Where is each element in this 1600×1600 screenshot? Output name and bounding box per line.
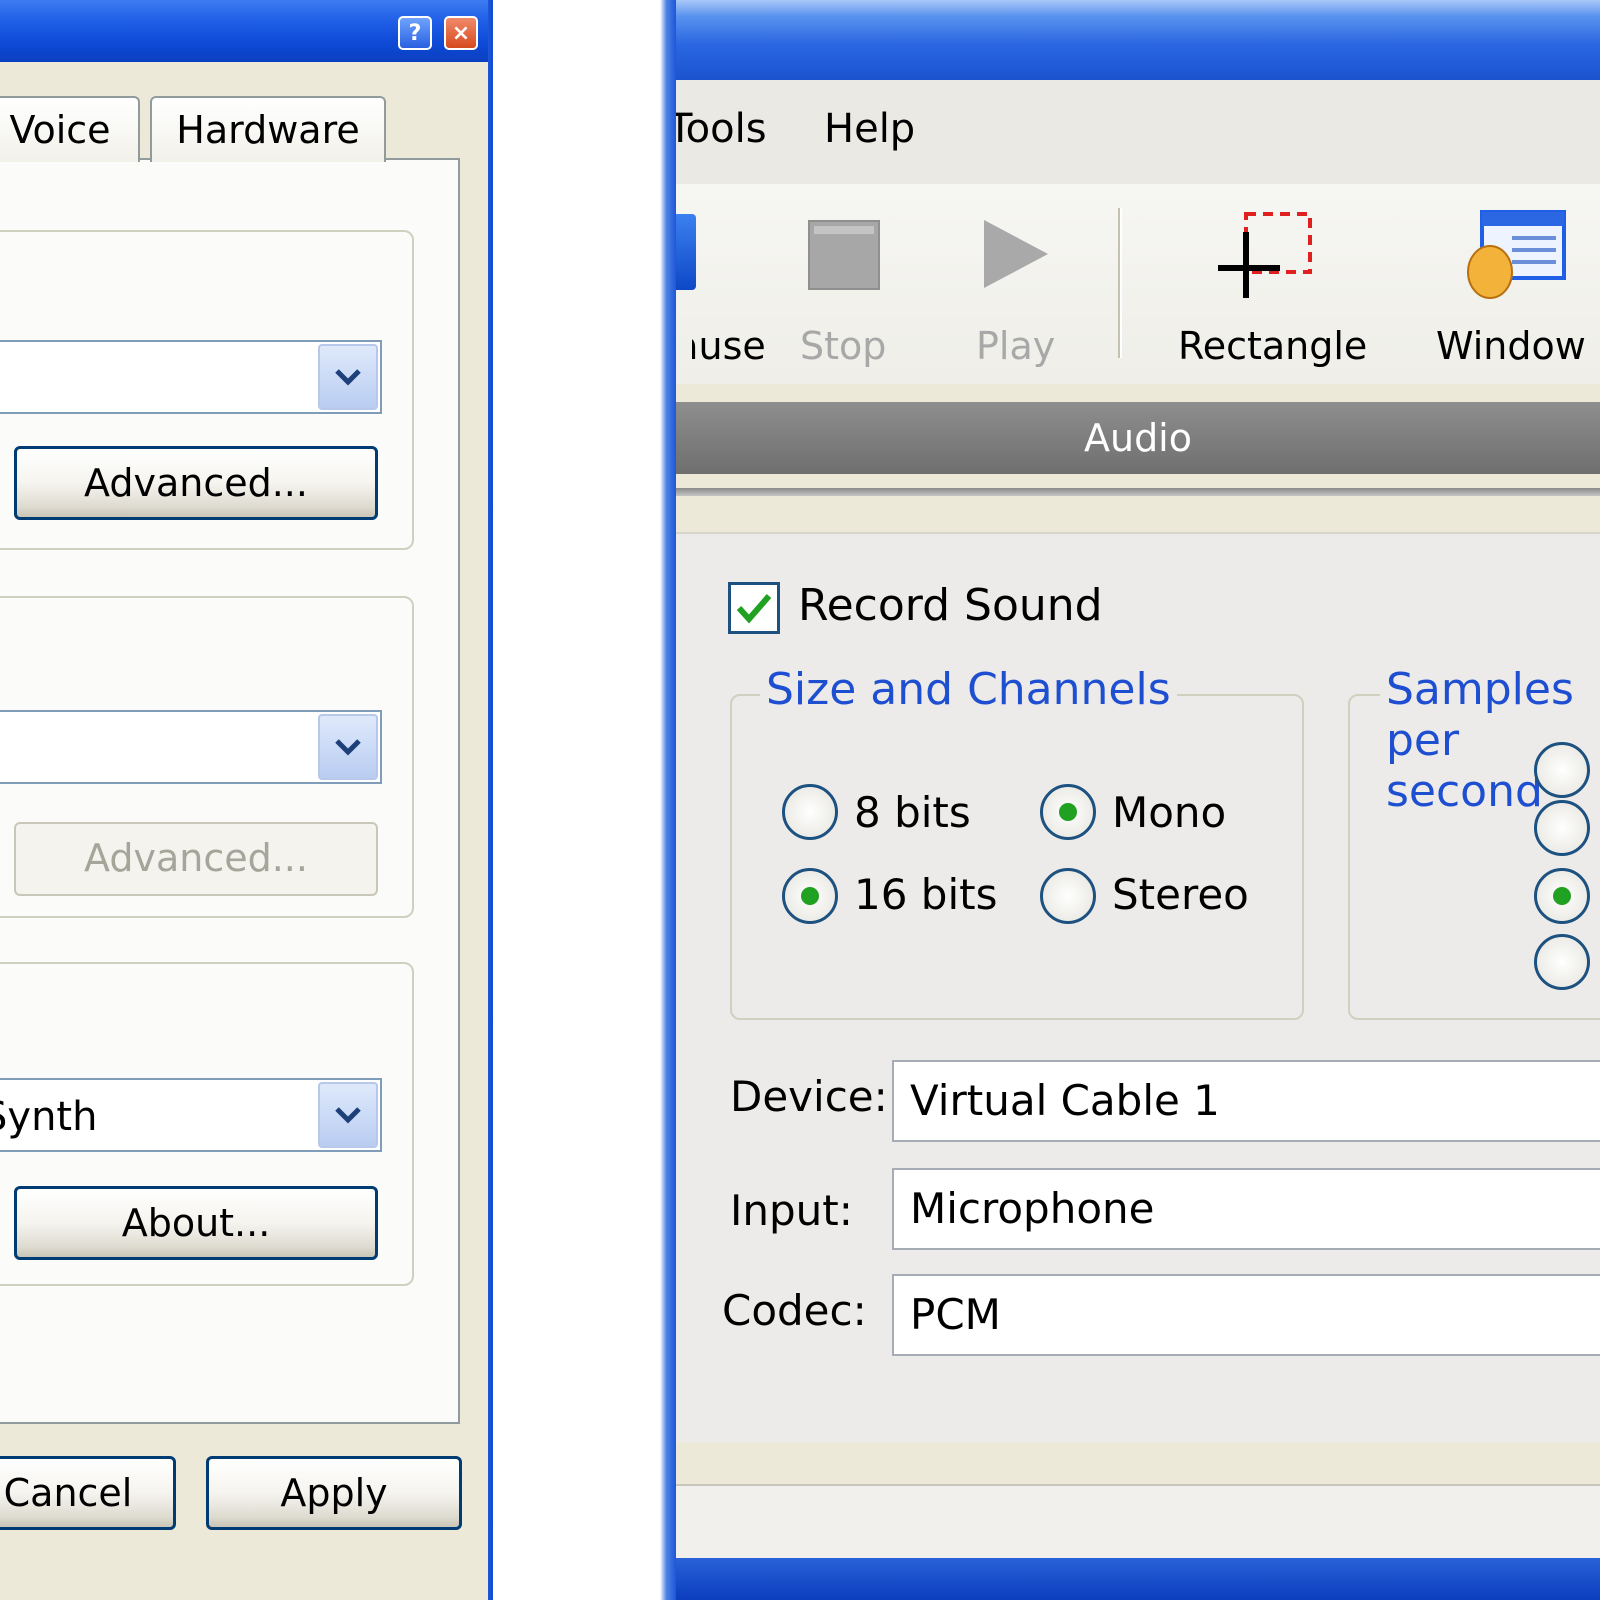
audio-section-header: Audio [676, 402, 1600, 474]
device-label: Device: [730, 1072, 888, 1121]
advanced-button-1[interactable]: Advanced... [14, 446, 378, 520]
tab-voice-label: Voice [9, 108, 111, 152]
radio-samples-1[interactable] [1534, 742, 1590, 798]
tab-hardware-label: Hardware [176, 108, 360, 152]
combo-box-3-value: Synth [0, 1094, 98, 1140]
stop-icon[interactable] [808, 220, 880, 290]
device-field[interactable]: Virtual Cable 1 [892, 1060, 1600, 1142]
tab-hardware[interactable]: Hardware [150, 96, 386, 162]
window-button-label[interactable]: Window [1436, 324, 1586, 368]
size-and-channels-legend: Size and Channels [760, 664, 1177, 715]
radio-samples-4[interactable] [1534, 934, 1590, 990]
window-title-bar[interactable] [660, 0, 1600, 80]
record-sound-label[interactable]: Record Sound [798, 580, 1103, 631]
checkmark-icon [736, 594, 772, 624]
radio-samples-3[interactable] [1534, 868, 1590, 924]
radio-mono-label[interactable]: Mono [1112, 788, 1226, 837]
tab-voice[interactable]: Voice [0, 96, 140, 162]
radio-8-bits[interactable] [782, 784, 838, 840]
window-border [660, 1558, 1600, 1600]
radio-stereo[interactable] [1040, 868, 1096, 924]
radio-selected-dot [1553, 887, 1571, 905]
chevron-down-icon[interactable] [318, 714, 378, 780]
combo-box-1[interactable] [0, 340, 382, 414]
cancel-button[interactable]: Cancel [0, 1456, 176, 1530]
codec-field[interactable]: PCM [892, 1274, 1600, 1356]
radio-stereo-label[interactable]: Stereo [1112, 870, 1249, 919]
radio-samples-2[interactable] [1534, 800, 1590, 856]
record-sound-checkbox[interactable] [728, 582, 780, 634]
radio-selected-dot [1059, 803, 1077, 821]
advanced-button-2: Advanced... [14, 822, 378, 896]
radio-16-bits[interactable] [782, 868, 838, 924]
play-icon[interactable] [982, 218, 1050, 290]
radio-selected-dot [801, 887, 819, 905]
rectangle-select-icon[interactable] [1216, 210, 1316, 302]
menu-bar: Tools Help [668, 80, 1600, 184]
window-select-icon[interactable] [1466, 208, 1566, 304]
close-button[interactable]: × [444, 16, 478, 50]
toolbar-separator [1118, 208, 1122, 358]
input-field[interactable]: Microphone [892, 1168, 1600, 1250]
window-border [660, 0, 676, 1600]
help-button[interactable]: ? [398, 16, 432, 50]
apply-button[interactable]: Apply [206, 1456, 462, 1530]
radio-mono[interactable] [1040, 784, 1096, 840]
input-label: Input: [730, 1186, 853, 1235]
combo-box-2[interactable] [0, 710, 382, 784]
window-border [488, 0, 505, 1600]
menu-help[interactable]: Help [824, 106, 915, 152]
radio-16-bits-label[interactable]: 16 bits [854, 870, 997, 919]
stop-button-label[interactable]: Stop [800, 324, 886, 368]
menu-tools[interactable]: Tools [668, 106, 767, 152]
rectangle-button-label[interactable]: Rectangle [1178, 324, 1367, 368]
play-button-label[interactable]: Play [976, 324, 1055, 368]
size-and-channels-group [730, 694, 1304, 1020]
close-icon: × [451, 20, 471, 46]
help-icon: ? [408, 20, 422, 46]
status-strip [676, 1484, 1600, 1558]
codec-label: Codec: [722, 1286, 867, 1335]
header-divider [676, 488, 1600, 496]
chevron-down-icon[interactable] [318, 1082, 378, 1148]
recorder-window: Tools Help Pause Stop Play Rectangle Win… [660, 0, 1600, 1600]
speech-properties-dialog: ? × Voice Hardware Advanced... Advanced.… [0, 0, 505, 1600]
dialog-title-bar[interactable]: ? × [0, 0, 505, 62]
radio-8-bits-label[interactable]: 8 bits [854, 788, 971, 837]
about-button[interactable]: About... [14, 1186, 378, 1260]
chevron-down-icon[interactable] [318, 344, 378, 410]
toolbar: Pause Stop Play Rectangle Window [660, 184, 1600, 384]
combo-box-3[interactable]: Synth [0, 1078, 382, 1152]
